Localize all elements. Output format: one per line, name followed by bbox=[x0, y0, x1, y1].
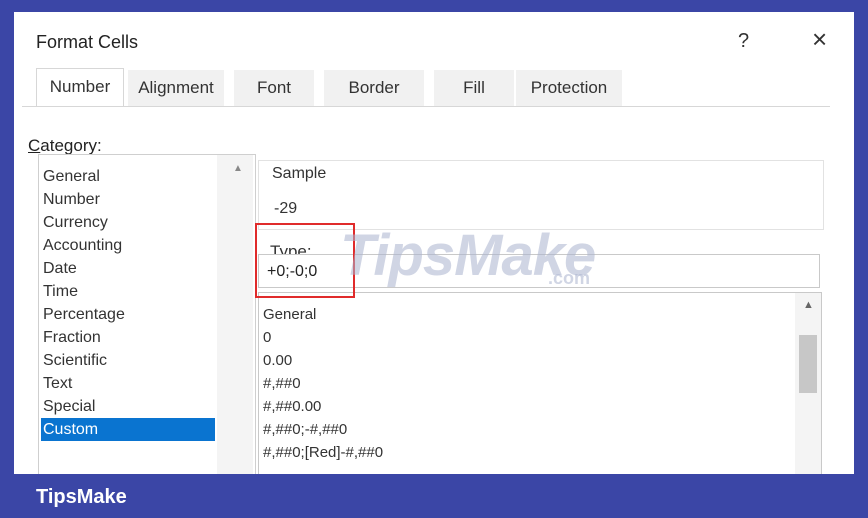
dialog-title: Format Cells bbox=[36, 32, 139, 52]
category-label-text: ategory: bbox=[40, 136, 102, 155]
format-code-list[interactable]: General 0 0.00 #,##0 #,##0.00 #,##0;-#,#… bbox=[258, 292, 822, 494]
sample-legend: Sample bbox=[268, 165, 331, 183]
category-item-text[interactable]: Text bbox=[41, 372, 215, 395]
category-item-currency[interactable]: Currency bbox=[41, 211, 215, 234]
tab-border[interactable]: Border bbox=[324, 70, 424, 106]
category-label-accesskey: C bbox=[28, 136, 41, 155]
category-item-date[interactable]: Date bbox=[41, 257, 215, 280]
tab-alignment[interactable]: Alignment bbox=[128, 70, 224, 106]
sample-group bbox=[258, 160, 824, 230]
chevron-up-icon[interactable]: ▲ bbox=[233, 163, 243, 174]
tab-protection[interactable]: Protection bbox=[516, 70, 622, 106]
chevron-up-icon[interactable]: ▲ bbox=[803, 299, 814, 311]
category-item-custom[interactable]: Custom bbox=[41, 418, 215, 441]
scrollbar-thumb[interactable] bbox=[799, 335, 817, 393]
category-item-general[interactable]: General bbox=[41, 165, 215, 188]
format-list-scrollbar[interactable]: ▲ bbox=[795, 293, 821, 493]
format-item-0[interactable]: 0 bbox=[263, 326, 271, 349]
category-label: Category: bbox=[28, 136, 102, 156]
format-item-thousands[interactable]: #,##0 bbox=[263, 372, 301, 395]
format-item-thousands-decimals[interactable]: #,##0.00 bbox=[263, 395, 321, 418]
format-item-thousands-negative[interactable]: #,##0;-#,##0 bbox=[263, 418, 347, 441]
tab-number[interactable]: Number bbox=[36, 68, 124, 107]
category-list[interactable]: General Number Currency Accounting Date … bbox=[38, 154, 256, 476]
tab-font[interactable]: Font bbox=[234, 70, 314, 106]
category-item-accounting[interactable]: Accounting bbox=[41, 234, 215, 257]
footer-brand: TipsMake bbox=[36, 486, 127, 508]
category-item-scientific[interactable]: Scientific bbox=[41, 349, 215, 372]
help-button[interactable]: ? bbox=[738, 30, 749, 53]
format-item-thousands-red-negative[interactable]: #,##0;[Red]-#,##0 bbox=[263, 441, 383, 464]
format-item-0-00[interactable]: 0.00 bbox=[263, 349, 292, 372]
category-scrollbar[interactable]: ▲ bbox=[217, 155, 253, 475]
category-item-fraction[interactable]: Fraction bbox=[41, 326, 215, 349]
category-item-number[interactable]: Number bbox=[41, 188, 215, 211]
category-item-time[interactable]: Time bbox=[41, 280, 215, 303]
tab-fill[interactable]: Fill bbox=[434, 70, 514, 106]
watermark-suffix: .com bbox=[548, 268, 591, 288]
sample-value: -29 bbox=[274, 200, 298, 217]
footer-bar: TipsMake bbox=[0, 474, 868, 518]
format-item-general[interactable]: General bbox=[263, 303, 316, 326]
category-item-percentage[interactable]: Percentage bbox=[41, 303, 215, 326]
close-button[interactable]: × bbox=[812, 26, 827, 52]
category-item-special[interactable]: Special bbox=[41, 395, 215, 418]
title-bar: Format Cells ? × bbox=[14, 12, 854, 74]
